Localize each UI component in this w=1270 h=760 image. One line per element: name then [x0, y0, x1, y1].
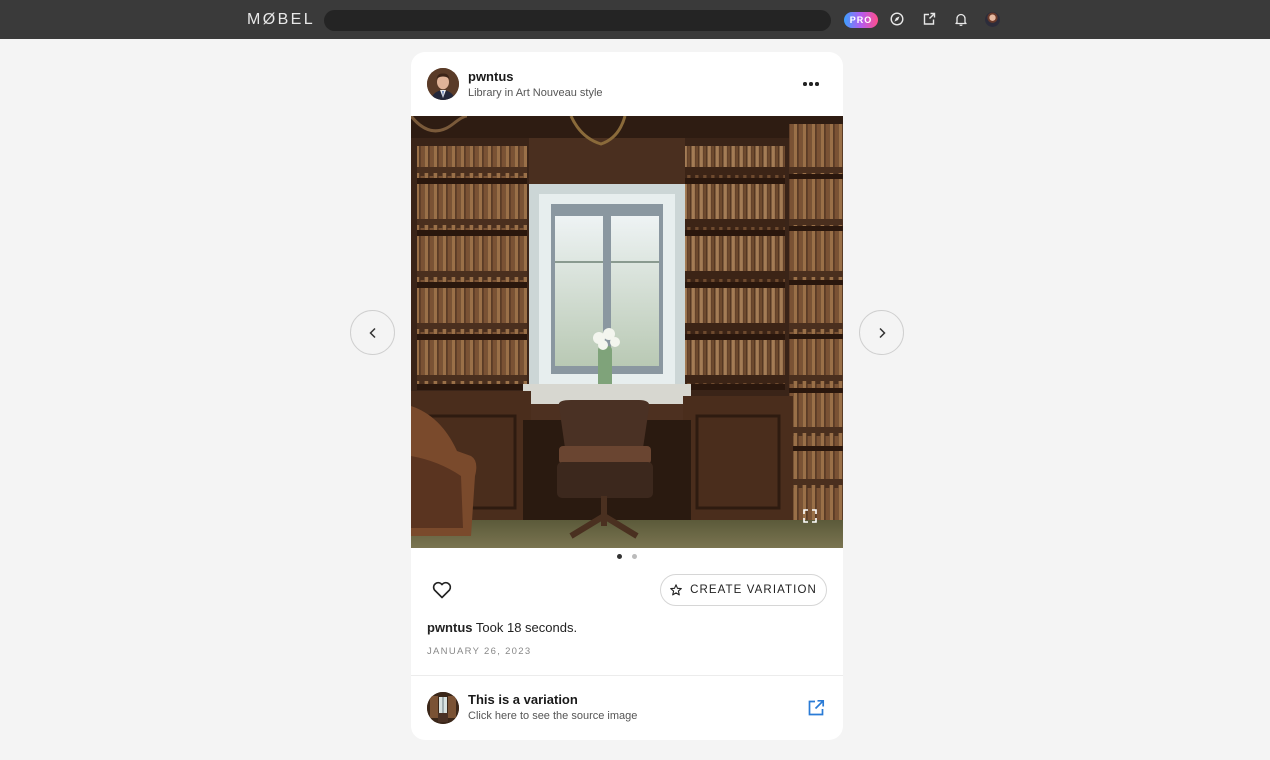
- external-link-icon[interactable]: [807, 699, 825, 717]
- author-username[interactable]: pwntus: [468, 69, 514, 84]
- post-caption: pwntus Took 18 seconds.: [427, 620, 577, 635]
- search-input[interactable]: [324, 10, 831, 31]
- share-icon[interactable]: [921, 11, 937, 27]
- create-variation-label: CREATE VARIATION: [690, 584, 817, 596]
- chevron-right-icon: [878, 327, 886, 338]
- source-subtitle: Click here to see the source image: [468, 710, 638, 722]
- author-avatar[interactable]: [427, 68, 459, 100]
- source-image-link[interactable]: This is a variation Click here to see th…: [411, 676, 843, 740]
- chevron-left-icon: [368, 327, 376, 338]
- top-bar: MØBEL PRO: [0, 0, 1270, 39]
- previous-button[interactable]: [350, 310, 395, 355]
- pro-badge[interactable]: PRO: [844, 12, 878, 28]
- user-avatar[interactable]: [985, 12, 1000, 27]
- carousel-indicator: [411, 554, 843, 562]
- fullscreen-icon[interactable]: [803, 509, 817, 523]
- post-date: JANUARY 26, 2023: [427, 646, 532, 657]
- more-options-icon[interactable]: [801, 76, 821, 92]
- star-icon: [670, 584, 682, 596]
- create-variation-button[interactable]: CREATE VARIATION: [660, 574, 827, 606]
- caption-text: Took 18 seconds.: [475, 620, 578, 635]
- generated-image[interactable]: [411, 116, 843, 548]
- compass-icon[interactable]: [889, 11, 905, 27]
- post-header: pwntus Library in Art Nouveau style: [411, 52, 843, 116]
- caption-username[interactable]: pwntus: [427, 620, 473, 635]
- library-image: [411, 116, 843, 548]
- bell-icon[interactable]: [953, 11, 969, 27]
- carousel-dot-2[interactable]: [632, 554, 637, 559]
- source-thumbnail: [427, 692, 459, 724]
- app-logo[interactable]: MØBEL: [247, 11, 315, 29]
- carousel-dot-1[interactable]: [617, 554, 622, 559]
- post-card: pwntus Library in Art Nouveau style CREA…: [411, 52, 843, 740]
- source-title: This is a variation: [468, 692, 578, 707]
- heart-icon[interactable]: [431, 580, 453, 600]
- post-prompt: Library in Art Nouveau style: [468, 87, 603, 99]
- next-button[interactable]: [859, 310, 904, 355]
